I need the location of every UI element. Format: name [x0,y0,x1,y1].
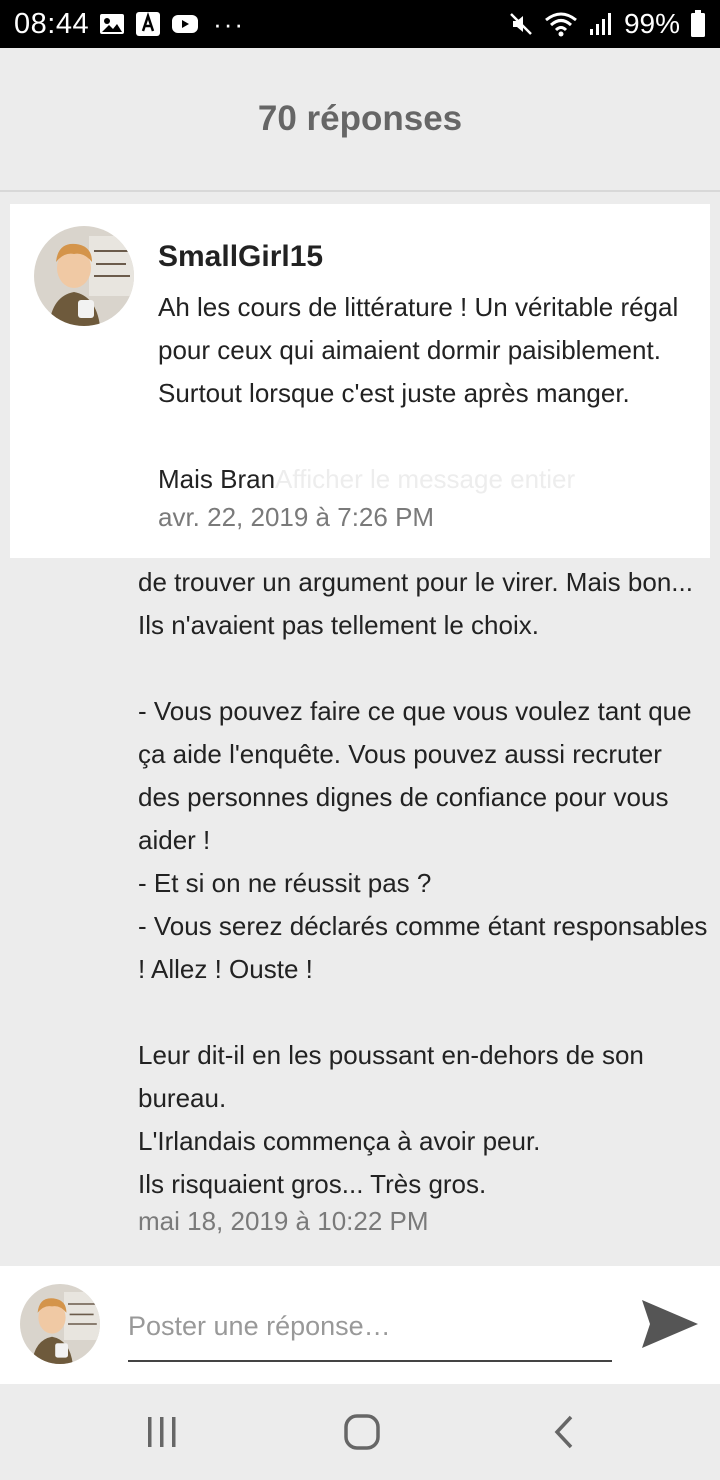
status-bar-right: 99% [508,8,706,40]
reply-tail-text: Mais Bran [158,464,276,494]
thread-header: 70 réponses [0,48,720,192]
post-line [138,991,708,1034]
show-full-message-link[interactable]: Afficher le message entier [275,464,575,494]
post-line: L'Irlandais commença à avoir peur. [138,1126,541,1156]
post-line: Leur dit-il en les poussant en-dehors de… [138,1040,644,1113]
replies-count-title: 70 réponses [257,99,463,138]
reply-composer [0,1266,720,1384]
reply-date: avr. 22, 2019 à 7:26 PM [158,502,435,532]
reply-input[interactable] [128,1292,612,1362]
post-line: Ils risquaient gros... Très gros. [138,1169,487,1199]
status-bar: 08:44 ··· 99% [0,0,720,48]
battery-icon [690,10,706,38]
status-bar-left: 08:44 ··· [14,8,245,41]
system-nav-bar [0,1384,720,1480]
reply-preview-tail: Mais BranAfficher le message entier [158,458,575,501]
post-line [138,647,708,690]
send-button[interactable] [638,1294,702,1354]
thread-content[interactable]: de trouver un argument pour le virer. Ma… [0,194,720,1266]
reply-body: Ah les cours de littérature ! Un véritab… [158,292,679,408]
back-button[interactable] [544,1412,584,1452]
youtube-icon [171,13,199,35]
post-line: - Et si on ne réussit pas ? [138,868,432,898]
clock: 08:44 [14,7,90,40]
mute-icon [508,11,534,37]
wifi-icon [544,11,578,37]
more-notifications-icon: ··· [213,8,246,39]
home-button[interactable] [342,1412,382,1452]
gallery-icon [99,13,125,35]
home-icon [344,1414,380,1450]
recent-apps-icon [148,1417,176,1447]
recent-apps-button[interactable] [142,1412,182,1452]
post-body: de trouver un argument pour le virer. Ma… [138,561,708,1206]
battery-percent: 99% [623,8,680,39]
post-line: - Vous pouvez faire ce que vous voulez t… [138,696,692,855]
reply-author[interactable]: SmallGirl15 [158,240,323,274]
signal-icon [588,11,614,37]
post-date: mai 18, 2019 à 10:22 PM [138,1206,429,1236]
reply-card[interactable]: SmallGirl15 Ah les cours de littérature … [10,204,710,558]
post-line: de trouver un argument pour le virer. Ma… [138,567,693,640]
back-icon [554,1415,573,1449]
avatar[interactable] [34,226,134,326]
text-app-icon [135,11,161,37]
avatar [20,1284,100,1364]
send-icon [642,1300,698,1348]
post-line: - Vous serez déclarés comme étant respon… [138,911,708,984]
